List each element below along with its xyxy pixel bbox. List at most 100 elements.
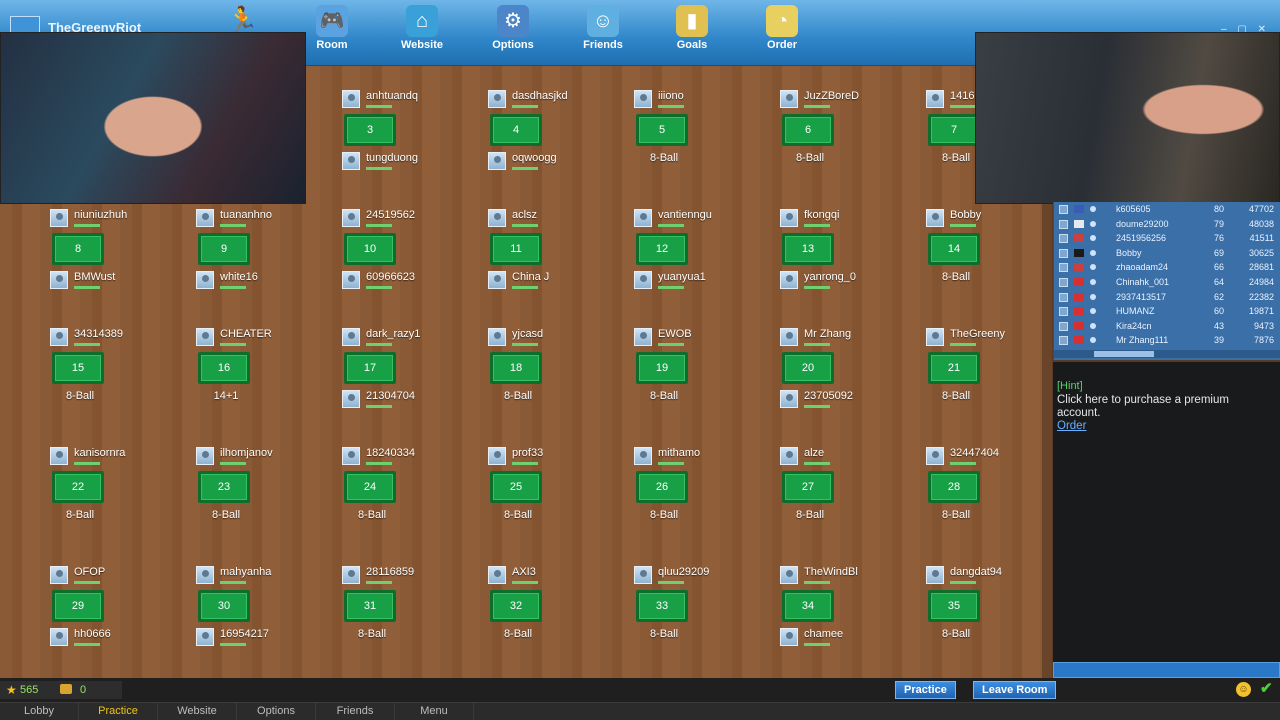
- pool-table[interactable]: 14: [928, 233, 980, 265]
- pool-table[interactable]: 34: [782, 590, 834, 622]
- top-player[interactable]: 28116859: [342, 566, 482, 588]
- ranking-row[interactable]: doume29200 79 48038: [1054, 218, 1274, 233]
- top-player[interactable]: kanisornra: [50, 447, 190, 469]
- pool-table[interactable]: 3: [344, 114, 396, 146]
- ranking-row[interactable]: Bobby 69 30625: [1054, 247, 1274, 262]
- pool-table[interactable]: 28: [928, 471, 980, 503]
- bottom-player[interactable]: tungduong: [342, 152, 482, 174]
- pool-table[interactable]: 12: [636, 233, 688, 265]
- top-player[interactable]: CHEATER: [196, 328, 336, 350]
- pool-table[interactable]: 30: [198, 590, 250, 622]
- top-player[interactable]: anhtuandq: [342, 90, 482, 112]
- pool-table[interactable]: 16: [198, 352, 250, 384]
- top-player[interactable]: vantienngu: [634, 209, 774, 231]
- bottom-player[interactable]: 60966623: [342, 271, 482, 293]
- pool-table[interactable]: 22: [52, 471, 104, 503]
- bottom-player[interactable]: yuanyua1: [634, 271, 774, 293]
- top-player[interactable]: 24519562: [342, 209, 482, 231]
- ranking-row[interactable]: k605605 80 47702: [1054, 203, 1274, 218]
- tab-options[interactable]: Options: [237, 703, 316, 720]
- pool-table[interactable]: 25: [490, 471, 542, 503]
- pool-table[interactable]: 31: [344, 590, 396, 622]
- bottom-player[interactable]: 23705092: [780, 390, 920, 412]
- top-player[interactable]: iiiono: [634, 90, 774, 112]
- pool-table[interactable]: 17: [344, 352, 396, 384]
- ranking-scrollbar[interactable]: [1054, 350, 1280, 358]
- bottom-player[interactable]: BMWust: [50, 271, 190, 293]
- top-player[interactable]: prof33: [488, 447, 628, 469]
- pool-table[interactable]: 9: [198, 233, 250, 265]
- top-player[interactable]: aclsz: [488, 209, 628, 231]
- ranking-row[interactable]: zhaoadam24 66 28681: [1054, 261, 1274, 276]
- bottom-player[interactable]: white16: [196, 271, 336, 293]
- pool-table[interactable]: 24: [344, 471, 396, 503]
- smiley-icon[interactable]: ☺: [1236, 682, 1251, 697]
- ranking-scroll-thumb[interactable]: [1094, 351, 1154, 357]
- bottom-player[interactable]: China J: [488, 271, 628, 293]
- chat-input[interactable]: [1053, 662, 1280, 678]
- pool-table[interactable]: 29: [52, 590, 104, 622]
- pool-table[interactable]: 10: [344, 233, 396, 265]
- bottom-player[interactable]: chamee: [780, 628, 920, 650]
- pool-table[interactable]: 8: [52, 233, 104, 265]
- check-icon[interactable]: ✔: [1260, 679, 1273, 697]
- tab-website[interactable]: Website: [158, 703, 237, 720]
- bottom-player[interactable]: hh0666: [50, 628, 190, 650]
- ranking-row[interactable]: 2937413517 62 22382: [1054, 291, 1274, 306]
- nav-goals[interactable]: ▮ Goals: [652, 0, 732, 62]
- top-player[interactable]: TheWindBl: [780, 566, 920, 588]
- top-player[interactable]: fkongqi: [780, 209, 920, 231]
- tab-friends[interactable]: Friends: [316, 703, 395, 720]
- top-player[interactable]: dasdhasjkd: [488, 90, 628, 112]
- pool-table[interactable]: 15: [52, 352, 104, 384]
- pool-table[interactable]: 32: [490, 590, 542, 622]
- tab-practice[interactable]: Practice: [79, 703, 158, 720]
- order-link[interactable]: Order: [1057, 420, 1086, 432]
- top-player[interactable]: OFOP: [50, 566, 190, 588]
- pool-table[interactable]: 21: [928, 352, 980, 384]
- bottom-player[interactable]: 21304704: [342, 390, 482, 412]
- top-player[interactable]: Mr Zhang: [780, 328, 920, 350]
- top-player[interactable]: 18240334: [342, 447, 482, 469]
- pool-table[interactable]: 27: [782, 471, 834, 503]
- pool-table[interactable]: 4: [490, 114, 542, 146]
- top-player[interactable]: tuananhno: [196, 209, 336, 231]
- pool-table[interactable]: 23: [198, 471, 250, 503]
- pool-table[interactable]: 13: [782, 233, 834, 265]
- ranking-row[interactable]: 2451956256 76 41511: [1054, 232, 1274, 247]
- pool-table[interactable]: 19: [636, 352, 688, 384]
- top-player[interactable]: ilhomjanov: [196, 447, 336, 469]
- bottom-player[interactable]: oqwoogg: [488, 152, 628, 174]
- pool-table[interactable]: 26: [636, 471, 688, 503]
- pool-table[interactable]: 35: [928, 590, 980, 622]
- tab-lobby[interactable]: Lobby: [0, 703, 79, 720]
- ranking-row[interactable]: Kira24cn 43 9473: [1054, 320, 1274, 335]
- practice-button[interactable]: Practice: [895, 681, 956, 699]
- top-player[interactable]: mithamo: [634, 447, 774, 469]
- nav-website[interactable]: ⌂ Website: [382, 0, 462, 62]
- nav-friends[interactable]: ☺ Friends: [563, 0, 643, 62]
- leave-room-button[interactable]: Leave Room: [973, 681, 1057, 699]
- top-player[interactable]: niuniuzhuh: [50, 209, 190, 231]
- top-player[interactable]: yjcasd: [488, 328, 628, 350]
- pool-table[interactable]: 33: [636, 590, 688, 622]
- pool-table[interactable]: 11: [490, 233, 542, 265]
- top-player[interactable]: 34314389: [50, 328, 190, 350]
- tab-menu[interactable]: Menu: [395, 703, 474, 720]
- pool-table[interactable]: 6: [782, 114, 834, 146]
- pool-table[interactable]: 18: [490, 352, 542, 384]
- bottom-player[interactable]: yanrong_0: [780, 271, 920, 293]
- top-player[interactable]: mahyanha: [196, 566, 336, 588]
- pool-table[interactable]: 7: [928, 114, 980, 146]
- top-player[interactable]: qluu29209: [634, 566, 774, 588]
- top-player[interactable]: EWOB: [634, 328, 774, 350]
- nav-options[interactable]: ⚙ Options: [473, 0, 553, 62]
- ranking-row[interactable]: HUMANZ 60 19871: [1054, 305, 1274, 320]
- top-player[interactable]: dark_razy1: [342, 328, 482, 350]
- ranking-row[interactable]: Chinahk_001 64 24984: [1054, 276, 1274, 291]
- top-player[interactable]: AXI3: [488, 566, 628, 588]
- ranking-row[interactable]: Mr Zhang111 39 7876: [1054, 334, 1274, 349]
- nav-order[interactable]: ◔ Order: [742, 0, 822, 62]
- top-player[interactable]: JuzZBoreD: [780, 90, 920, 112]
- top-player[interactable]: alze: [780, 447, 920, 469]
